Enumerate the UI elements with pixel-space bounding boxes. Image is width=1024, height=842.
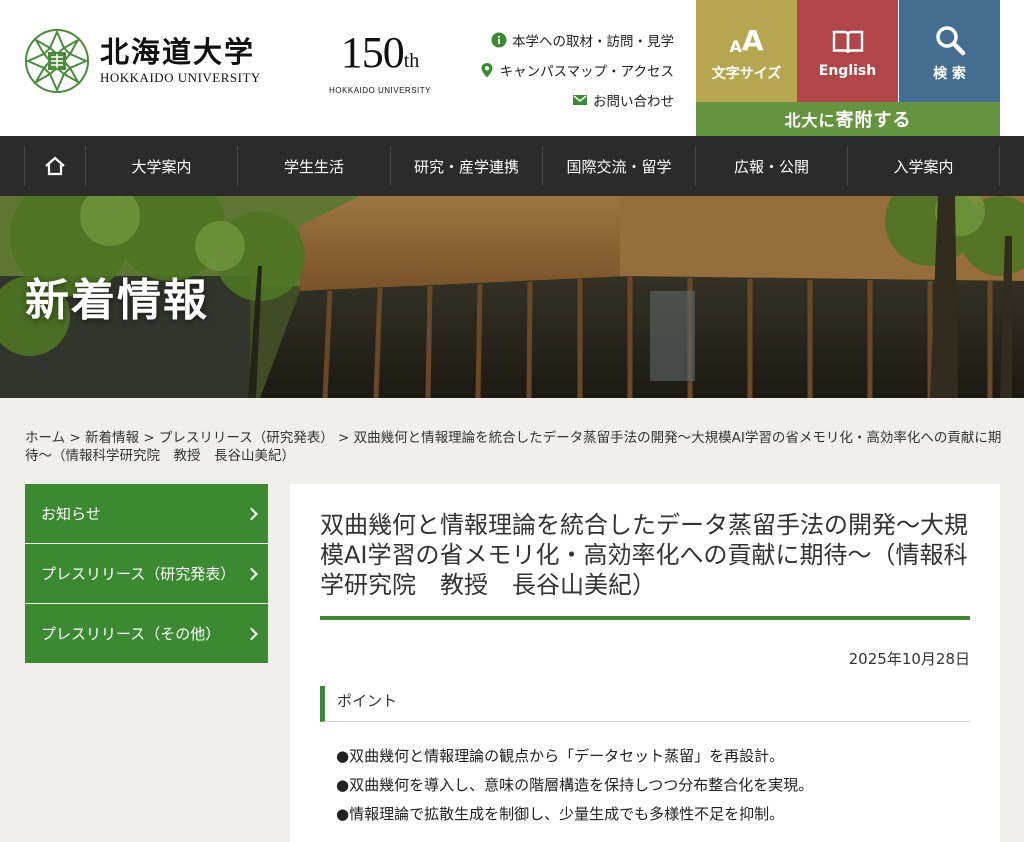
breadcrumb-separator: >	[143, 430, 155, 446]
donate-main: 寄附する	[835, 110, 912, 131]
list-item: ●双曲幾何を導入し、意味の階層構造を保持しつつ分布整合化を実現。	[336, 776, 814, 794]
sidebar-item-label: プレスリリース（研究発表）	[41, 565, 236, 583]
english-button[interactable]: English	[797, 0, 898, 102]
university-logo[interactable]: 北海道大学 HOKKAIDO UNIVERSITY	[24, 28, 261, 94]
list-item: ●情報理論で拡散生成を制御し、少量生成でも多様性不足を抑制。	[336, 805, 785, 823]
breadcrumb-news[interactable]: 新着情報	[85, 430, 139, 446]
utility-link-label: お問い合わせ	[593, 94, 674, 110]
sidebar: お知らせ プレスリリース（研究発表） プレスリリース（その他）	[25, 484, 268, 664]
utility-link-press-visit[interactable]: 本学への取材・訪問・見学	[479, 30, 674, 50]
breadcrumb-home[interactable]: ホーム	[25, 430, 65, 446]
anniversary-badge[interactable]: 150th HOKKAIDO UNIVERSITY	[328, 30, 432, 96]
header-tools: AA 文字サイズ English 検 索 北大に 寄附する	[696, 0, 1000, 136]
english-label: English	[818, 63, 877, 79]
hero-banner: 新着情報	[0, 196, 1024, 398]
nav-item-public-relations[interactable]: 広報・公開	[695, 146, 847, 186]
utility-link-label: 本学への取材・訪問・見学	[512, 34, 674, 50]
sidebar-item-label: プレスリリース（その他）	[41, 625, 221, 643]
title-divider	[320, 616, 970, 620]
mail-icon	[573, 95, 587, 105]
sidebar-item-news[interactable]: お知らせ	[25, 484, 268, 543]
breadcrumb-separator: >	[69, 430, 81, 446]
utility-links: 本学への取材・訪問・見学 キャンパスマップ・アクセス お問い合わせ	[479, 30, 674, 120]
chevron-right-icon	[245, 507, 258, 520]
logo-japanese: 北海道大学	[100, 35, 256, 69]
nav-item-about[interactable]: 大学案内	[85, 146, 237, 186]
points-list: ●双曲幾何と情報理論の観点から「データセット蒸留」を再設計。 ●双曲幾何を導入し…	[336, 742, 813, 829]
font-size-label: 文字サイズ	[711, 66, 782, 82]
search-label: 検 索	[933, 66, 966, 82]
nav-item-student-life[interactable]: 学生生活	[237, 146, 390, 186]
article-panel: 双曲幾何と情報理論を統合したデータ蒸留手法の開発〜大規模AI学習の省メモリ化・高…	[290, 484, 1000, 842]
nav-item-admissions[interactable]: 入学案内	[847, 146, 999, 186]
utility-link-label: キャンパスマップ・アクセス	[499, 64, 674, 80]
logo-english: HOKKAIDO UNIVERSITY	[100, 70, 261, 85]
utility-link-contact[interactable]: お問い合わせ	[479, 90, 674, 110]
sidebar-item-label: お知らせ	[41, 505, 101, 523]
font-size-icon: AA	[729, 24, 764, 57]
article-date: 2025年10月28日	[848, 650, 970, 668]
nav-divider	[999, 146, 1000, 186]
site-header: 北海道大学 HOKKAIDO UNIVERSITY 150th HOKKAIDO…	[0, 0, 1024, 136]
breadcrumb-press-release[interactable]: プレスリリース（研究発表）	[159, 430, 334, 446]
search-icon	[899, 24, 1000, 56]
chevron-right-icon	[245, 567, 258, 580]
map-pin-icon	[481, 63, 493, 78]
anniversary-number: 150th	[328, 30, 432, 84]
book-icon	[797, 24, 898, 56]
donate-prefix: 北大に	[784, 111, 836, 130]
global-nav: 大学案内 学生生活 研究・産学連携 国際交流・留学 広報・公開 入学案内	[0, 136, 1024, 196]
hero-title: 新着情報	[25, 275, 209, 326]
home-icon	[45, 156, 65, 176]
utility-link-campus-map[interactable]: キャンパスマップ・アクセス	[479, 60, 674, 80]
sidebar-item-press-research[interactable]: プレスリリース（研究発表）	[25, 544, 268, 603]
nav-home-button[interactable]	[24, 146, 85, 186]
nav-item-research[interactable]: 研究・産学連携	[390, 146, 542, 186]
breadcrumb-separator: >	[338, 430, 350, 446]
logo-text: 北海道大学 HOKKAIDO UNIVERSITY	[100, 36, 261, 86]
info-icon	[491, 32, 507, 48]
anniversary-number-value: 150	[340, 28, 405, 77]
university-emblem-icon	[25, 29, 89, 93]
anniversary-suffix: th	[403, 50, 420, 72]
section-heading: ポイント	[320, 686, 970, 722]
donate-button[interactable]: 北大に 寄附する	[696, 102, 1000, 136]
search-button[interactable]: 検 索	[899, 0, 1000, 102]
article-title: 双曲幾何と情報理論を統合したデータ蒸留手法の開発〜大規模AI学習の省メモリ化・高…	[320, 511, 968, 599]
font-size-button[interactable]: AA 文字サイズ	[696, 0, 797, 102]
chevron-right-icon	[245, 627, 258, 640]
sidebar-item-press-other[interactable]: プレスリリース（その他）	[25, 604, 268, 663]
nav-item-international[interactable]: 国際交流・留学	[542, 146, 695, 186]
list-item: ●双曲幾何と情報理論の観点から「データセット蒸留」を再設計。	[336, 747, 785, 765]
anniversary-subtitle: HOKKAIDO UNIVERSITY	[329, 86, 431, 95]
breadcrumb: ホーム > 新着情報 > プレスリリース（研究発表） > 双曲幾何と情報理論を統…	[25, 429, 1003, 465]
